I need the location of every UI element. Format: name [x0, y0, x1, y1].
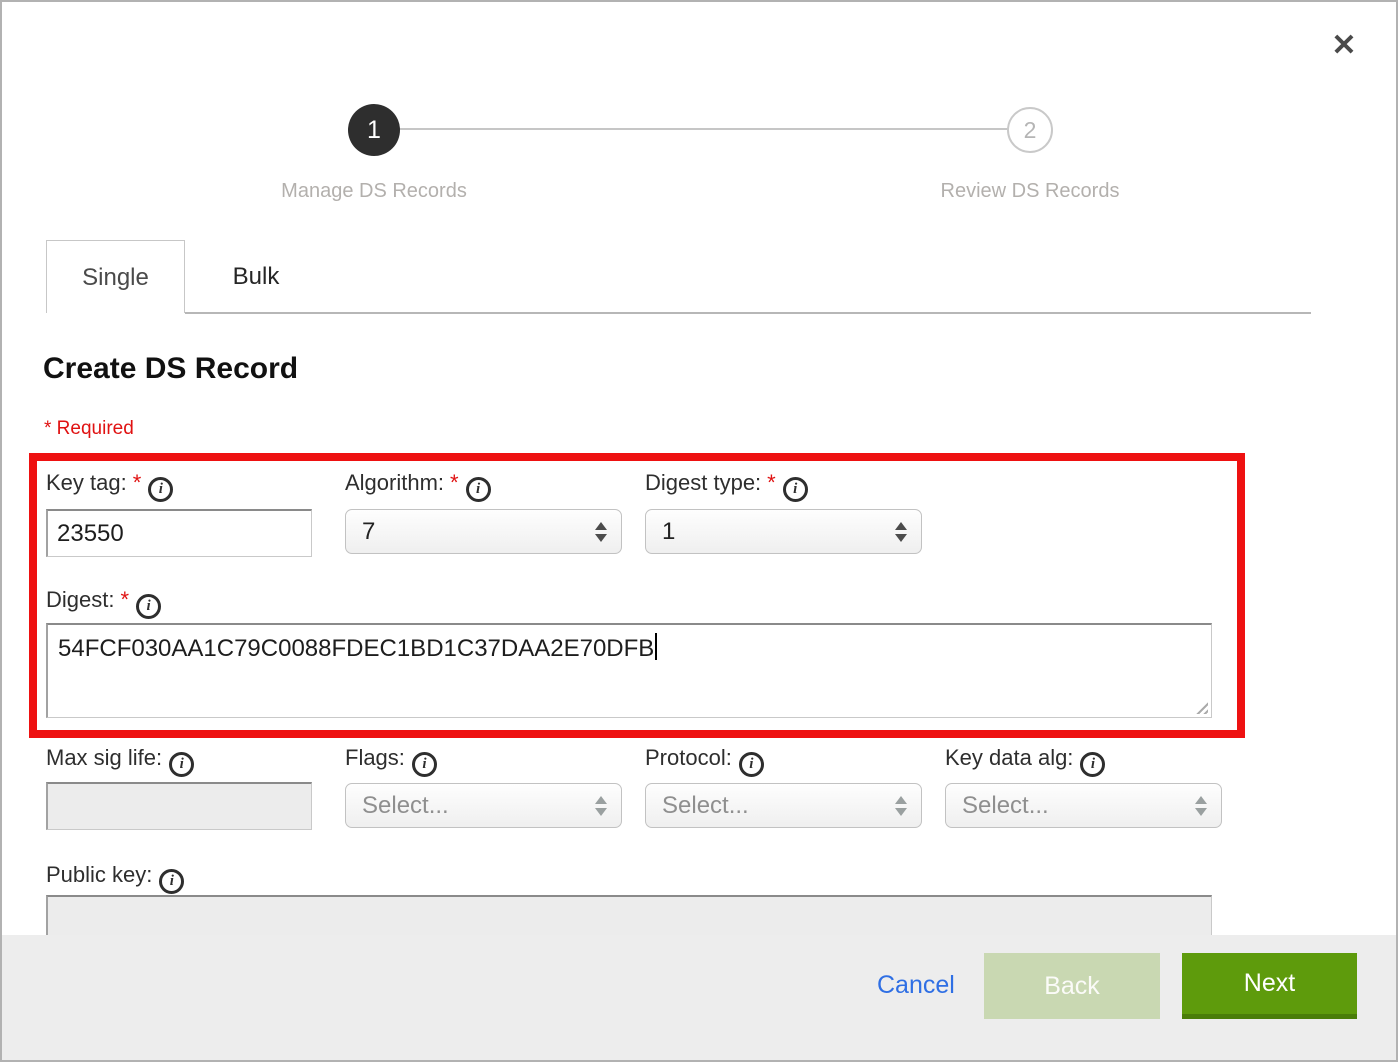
protocol-label: Protocol: i: [645, 745, 764, 777]
modal-footer: Cancel Back Next: [2, 935, 1396, 1060]
create-ds-record-modal: ✕ 1 2 Manage DS Records Review DS Record…: [0, 0, 1398, 1062]
info-icon[interactable]: i: [412, 752, 437, 777]
flags-select-value: Select...: [362, 792, 449, 820]
protocol-label-text: Protocol:: [645, 745, 732, 770]
key-tag-label-text: Key tag:: [46, 470, 127, 495]
key-data-alg-select[interactable]: Select...: [945, 783, 1222, 828]
resize-grip-icon[interactable]: [1193, 699, 1208, 714]
digest-type-label: Digest type:* i: [645, 470, 808, 502]
algorithm-label-text: Algorithm:: [345, 470, 444, 495]
key-tag-label: Key tag:*i: [46, 470, 173, 502]
stepper-connector: [400, 128, 1010, 130]
key-data-alg-select-value: Select...: [962, 792, 1049, 820]
next-button[interactable]: Next: [1182, 953, 1357, 1019]
public-key-label-text: Public key:: [46, 862, 152, 887]
tab-single[interactable]: Single: [46, 240, 185, 313]
protocol-select-value: Select...: [662, 792, 749, 820]
required-asterisk: *: [120, 587, 129, 612]
algorithm-select[interactable]: 7: [345, 509, 622, 554]
key-data-alg-label-text: Key data alg:: [945, 745, 1073, 770]
digest-label: Digest:* i: [46, 587, 161, 619]
tab-bulk[interactable]: Bulk: [185, 240, 327, 313]
back-button[interactable]: Back: [984, 953, 1160, 1019]
info-icon[interactable]: i: [169, 752, 194, 777]
info-icon[interactable]: i: [783, 477, 808, 502]
key-data-alg-label: Key data alg: i: [945, 745, 1105, 777]
select-arrows-icon: [595, 522, 607, 542]
step-2-circle: 2: [1007, 107, 1053, 153]
key-tag-input[interactable]: [46, 509, 312, 557]
flags-select[interactable]: Select...: [345, 783, 622, 828]
select-arrows-icon: [895, 522, 907, 542]
digest-type-label-text: Digest type:: [645, 470, 761, 495]
info-icon[interactable]: i: [466, 477, 491, 502]
max-sig-life-label-text: Max sig life:: [46, 745, 162, 770]
digest-textarea[interactable]: 54FCF030AA1C79C0088FDEC1BD1C37DAA2E70DFB: [46, 623, 1212, 718]
digest-type-select[interactable]: 1: [645, 509, 922, 554]
max-sig-life-input[interactable]: [46, 782, 312, 830]
flags-label: Flags: i: [345, 745, 437, 777]
info-icon[interactable]: i: [1080, 752, 1105, 777]
info-icon[interactable]: i: [159, 869, 184, 894]
close-icon[interactable]: ✕: [1324, 26, 1364, 66]
info-icon[interactable]: i: [136, 594, 161, 619]
required-asterisk: *: [450, 470, 459, 495]
flags-label-text: Flags:: [345, 745, 405, 770]
page-title: Create DS Record: [43, 352, 298, 386]
info-icon[interactable]: i: [148, 477, 173, 502]
required-asterisk: *: [767, 470, 776, 495]
required-note: * Required: [44, 418, 134, 440]
digest-value: 54FCF030AA1C79C0088FDEC1BD1C37DAA2E70DFB: [58, 635, 654, 662]
required-asterisk: *: [133, 470, 142, 495]
info-icon[interactable]: i: [739, 752, 764, 777]
cancel-button[interactable]: Cancel: [877, 971, 955, 1000]
public-key-label: Public key: i: [46, 862, 184, 894]
text-cursor: [655, 633, 657, 660]
max-sig-life-label: Max sig life: i: [46, 745, 194, 777]
algorithm-select-value: 7: [362, 518, 375, 546]
algorithm-label: Algorithm:* i: [345, 470, 491, 502]
step-1-circle: 1: [348, 104, 400, 156]
digest-type-select-value: 1: [662, 518, 675, 546]
step-2-label: Review DS Records: [917, 180, 1143, 203]
digest-label-text: Digest:: [46, 587, 114, 612]
protocol-select[interactable]: Select...: [645, 783, 922, 828]
select-arrows-icon: [1195, 796, 1207, 816]
select-arrows-icon: [895, 796, 907, 816]
step-1-label: Manage DS Records: [252, 180, 496, 203]
tab-divider: [185, 312, 1311, 314]
select-arrows-icon: [595, 796, 607, 816]
